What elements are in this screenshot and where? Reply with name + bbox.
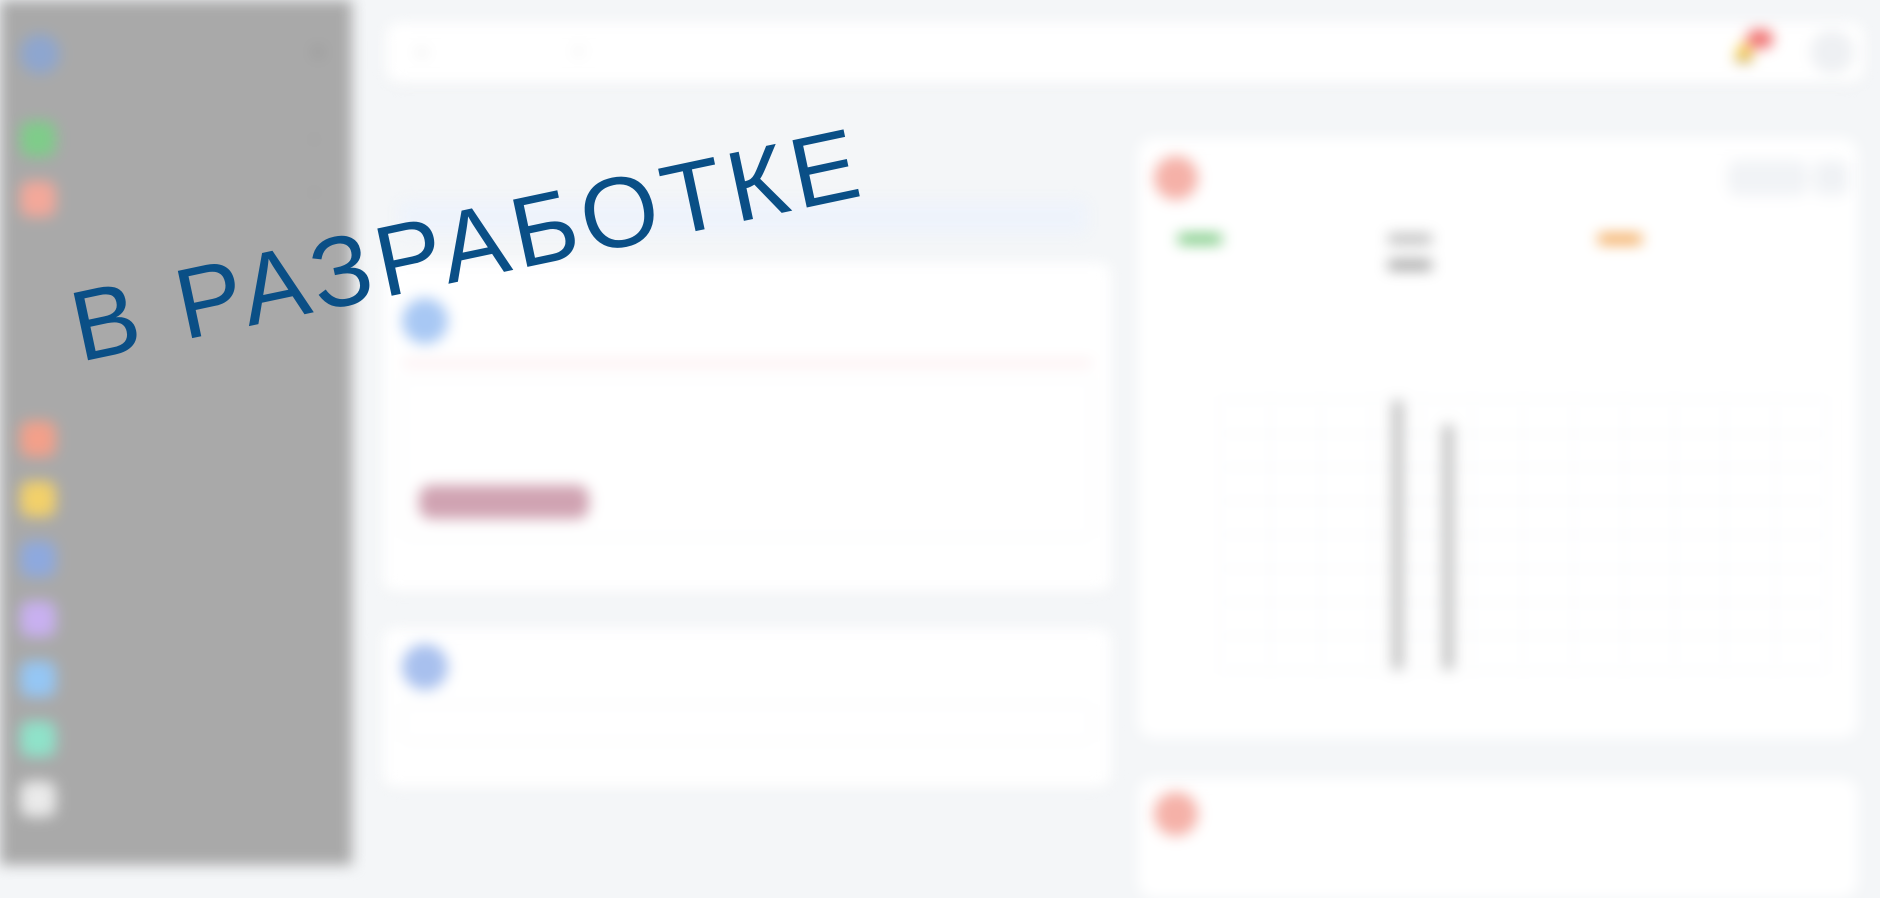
avatar (402, 298, 448, 344)
sidebar-item-7[interactable] (20, 658, 330, 698)
sidebar-item-2[interactable]: ⌃ (20, 178, 330, 218)
collapse-sidebar-icon[interactable]: ≡ (306, 42, 330, 66)
top-bar: ← ⌕ 🔔 (385, 22, 1865, 84)
legend-swatch (1388, 234, 1432, 244)
sidebar-subitem-1[interactable] (48, 250, 328, 276)
back-button[interactable]: ← (415, 42, 430, 59)
sidebar-item-9[interactable] (20, 778, 330, 818)
chart-card-2 (1138, 778, 1858, 898)
legend-swatch (1388, 260, 1432, 270)
bar-chart (1219, 399, 1827, 671)
grid-icon (20, 121, 56, 157)
details-box (402, 378, 1092, 538)
sidebar-item-5[interactable] (20, 538, 330, 578)
menu-icon: ⋯ (1825, 168, 1839, 184)
star-icon (20, 481, 56, 517)
calendar-icon (20, 601, 56, 637)
chart-legend (1178, 230, 1828, 300)
search-button[interactable]: ⌕ (575, 42, 583, 59)
request-card (382, 262, 1112, 592)
legend-swatch (1178, 234, 1222, 244)
chevron-up-icon: ⌃ (308, 188, 320, 204)
chart-icon (20, 721, 56, 757)
comment-card (382, 628, 1112, 788)
divider (402, 362, 1092, 364)
menu-button[interactable]: ⋯ (1813, 160, 1849, 196)
tabs-strip[interactable] (398, 200, 1088, 234)
app-background: ≡ ⌄ ⌃ ← ⌕ 🔔 ⋯ (0, 0, 1880, 898)
legend-swatch (1598, 234, 1642, 244)
users-icon (20, 421, 56, 457)
notifications-badge (1747, 30, 1773, 48)
sidebar-brand: ≡ (20, 30, 330, 80)
sidebar-item-8[interactable] (20, 718, 330, 758)
sidebar-item-1[interactable]: ⌄ (20, 118, 330, 158)
avatar[interactable] (1811, 31, 1853, 73)
gear-icon (20, 781, 56, 817)
left-panel (382, 130, 1112, 790)
sidebar-item-3[interactable] (20, 418, 330, 458)
book-icon (20, 661, 56, 697)
avatar (1154, 792, 1198, 836)
avatar (1154, 156, 1198, 200)
search-icon: ⌕ (575, 42, 584, 59)
period-button[interactable] (1728, 160, 1808, 196)
briefcase-icon (20, 181, 56, 217)
avatar (402, 644, 448, 690)
sidebar-item-4[interactable] (20, 478, 330, 518)
bar (1443, 424, 1454, 670)
comment-input[interactable] (402, 704, 1092, 742)
arrow-left-icon: ← (415, 42, 430, 59)
sidebar-item-6[interactable] (20, 598, 330, 638)
sidebar-subitem-2[interactable] (48, 310, 328, 336)
status-badge[interactable] (419, 485, 589, 519)
chart-card: ⋯ (1138, 138, 1858, 738)
chevron-down-icon: ⌄ (308, 128, 320, 144)
bar (1392, 400, 1403, 670)
sidebar: ≡ ⌄ ⌃ (0, 0, 352, 865)
brand-logo (20, 34, 60, 74)
mail-icon (20, 541, 56, 577)
sidebar-subitem-3[interactable] (48, 368, 328, 394)
